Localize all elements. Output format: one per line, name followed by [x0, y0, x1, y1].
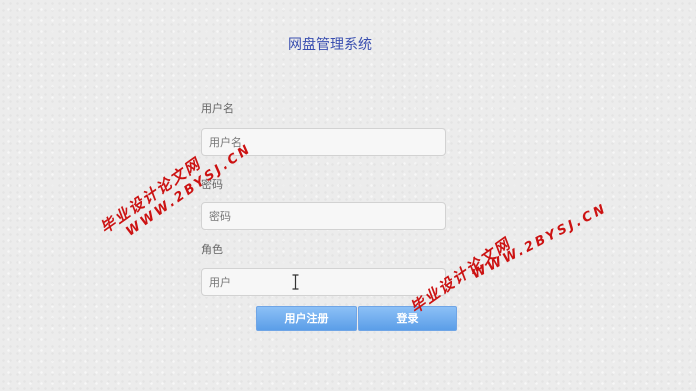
page-title: 网盘管理系统 — [288, 37, 372, 53]
text-cursor-icon — [292, 274, 299, 290]
role-input[interactable] — [201, 268, 446, 296]
watermark-text-url: WWW.2BYSJ.CN — [469, 200, 611, 283]
password-input[interactable] — [201, 202, 446, 230]
register-button[interactable]: 用户注册 — [256, 306, 357, 331]
username-label: 用户名 — [201, 102, 234, 115]
role-label: 角色 — [201, 243, 223, 256]
login-button[interactable]: 登录 — [358, 306, 457, 331]
